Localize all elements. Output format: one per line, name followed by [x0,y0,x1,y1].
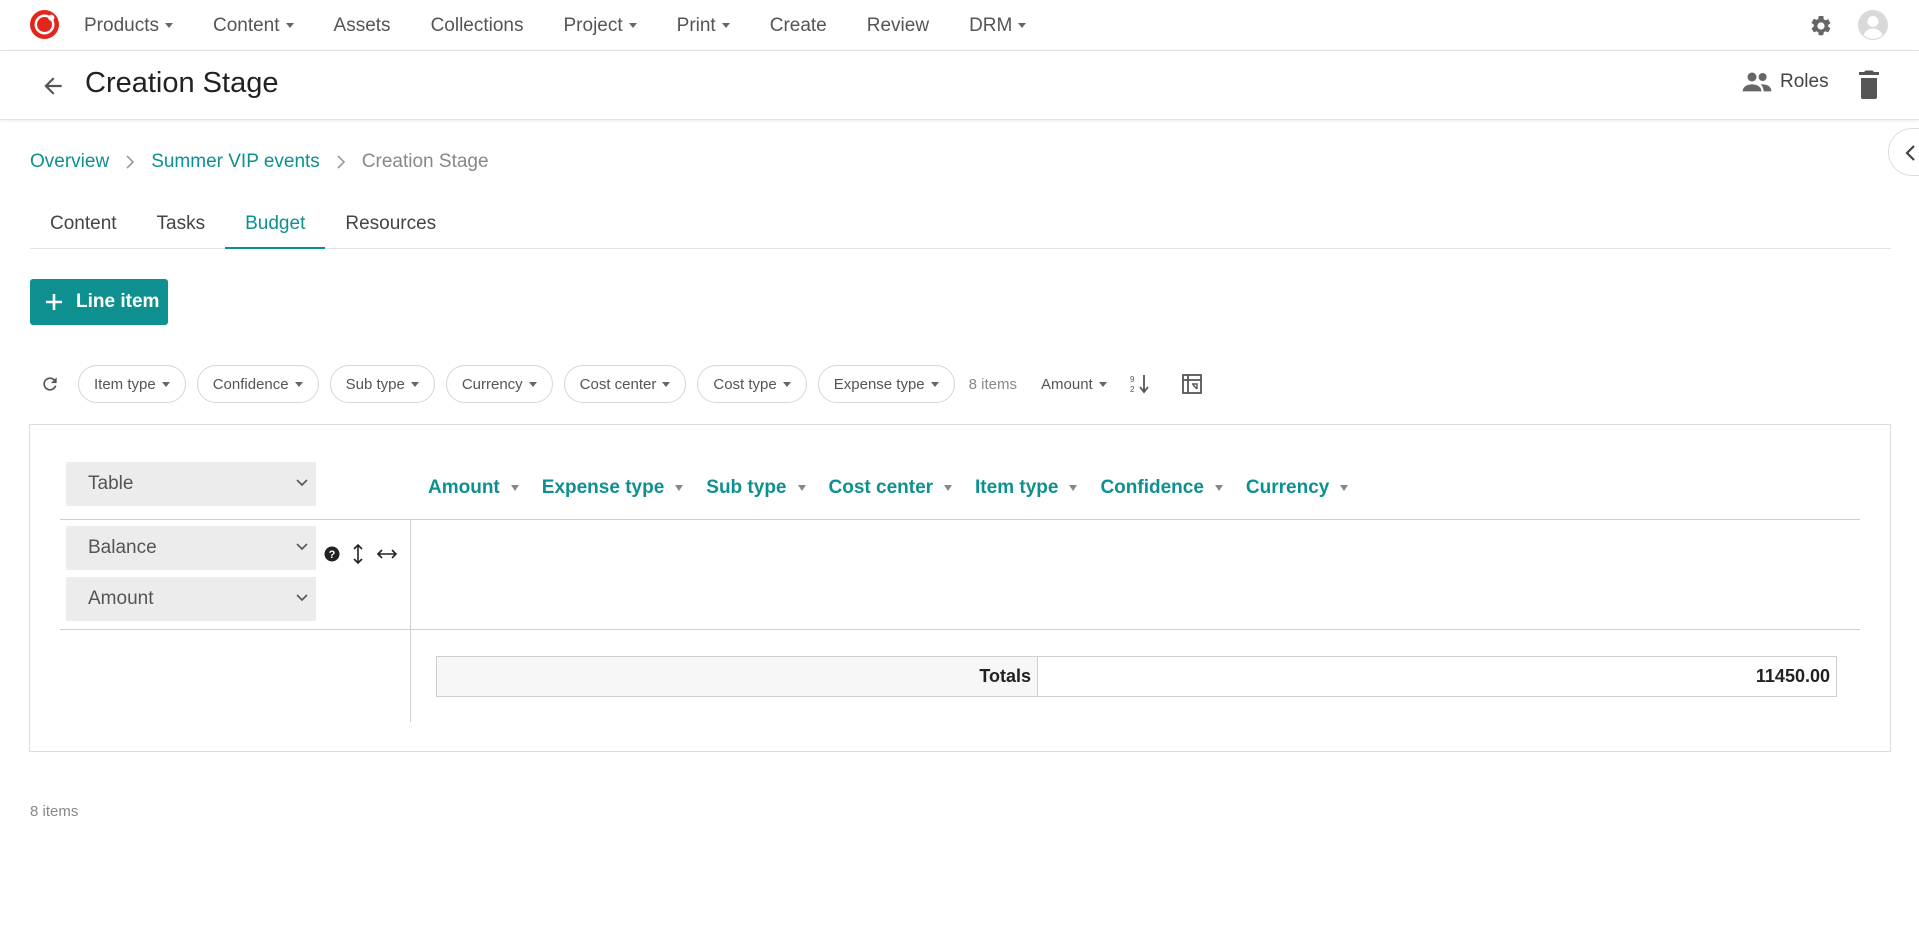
triangle-down-icon [944,485,953,491]
filter-item-type[interactable]: Item type [78,365,186,403]
sort-field-dropdown[interactable]: Amount [1041,376,1107,393]
pivot-field-currency[interactable]: Currency [1246,477,1349,499]
roles-label: Roles [1780,71,1829,92]
chevron-down-icon [662,381,671,387]
people-icon [1742,72,1772,92]
side-panel-toggle[interactable] [1888,128,1919,176]
nav-item-drm[interactable]: DRM [969,15,1027,37]
pivot-table-icon[interactable] [1181,373,1203,395]
page-title: Creation Stage [85,67,279,99]
divider [410,519,411,722]
pivot-field-amount[interactable]: Amount [428,477,519,499]
filter-bar: Item type Confidence Sub type Currency C… [30,365,1203,403]
triangle-down-icon [1069,485,1078,491]
tab-tasks[interactable]: Tasks [137,203,226,249]
sort-order-icon[interactable]: 9 2 [1129,373,1151,395]
arrow-left-icon[interactable] [40,73,66,99]
chevron-down-icon [1098,381,1107,387]
nav-item-create[interactable]: Create [770,15,827,37]
pivot-table-panel: Table Amount Expense type Sub type Cost … [29,424,1891,752]
breadcrumb-current: Creation Stage [361,151,489,172]
filter-sub-type[interactable]: Sub type [329,365,435,403]
chevron-down-icon [1018,23,1027,28]
chevron-down-icon [164,23,173,28]
chevron-down-icon [628,23,637,28]
nav-item-project[interactable]: Project [564,15,637,37]
chevron-right-icon [126,155,135,169]
pivot-field-cost-center[interactable]: Cost center [829,477,953,499]
footer-items-count: 8 items [30,803,79,820]
chevron-down-icon [721,23,730,28]
triangle-down-icon [510,485,519,491]
refresh-icon[interactable] [40,374,60,394]
row-order-icon[interactable] [352,543,364,565]
chevron-down-icon [296,479,308,487]
tab-content[interactable]: Content [30,203,137,249]
chevron-down-icon [285,23,294,28]
pivot-field-sub-type[interactable]: Sub type [706,477,806,499]
svg-text:?: ? [329,549,336,561]
chevron-down-icon [782,381,791,387]
page-header: Creation Stage Roles [0,51,1919,120]
nav-item-assets[interactable]: Assets [334,15,391,37]
chevron-right-icon [337,155,345,169]
renderer-select[interactable]: Table [66,462,316,506]
plus-icon [46,294,62,310]
top-navigation-bar: Products Content Assets Collections Proj… [0,0,1919,51]
chevron-down-icon [296,543,308,551]
pivot-field-item-type[interactable]: Item type [975,477,1078,499]
add-line-item-button[interactable]: Line item [30,279,168,325]
avatar-icon[interactable] [1857,9,1889,41]
triangle-down-icon [797,485,806,491]
help-icon[interactable]: ? [324,546,340,562]
aggregator-select[interactable]: Balance [66,526,316,570]
main-menu: Products Content Assets Collections Proj… [84,0,1066,51]
svg-text:9: 9 [1130,375,1135,384]
totals-table: Totals 11450.00 [436,656,1837,697]
filter-currency[interactable]: Currency [445,365,553,403]
add-line-item-label: Line item [76,291,160,312]
triangle-down-icon [1214,485,1223,491]
pivot-field-confidence[interactable]: Confidence [1100,477,1223,499]
chevron-left-icon [1905,145,1915,161]
totals-label: Totals [437,657,1038,696]
chevron-down-icon [410,381,419,387]
items-count: 8 items [968,375,1018,393]
svg-text:2: 2 [1130,385,1135,394]
brand-logo-icon[interactable] [29,9,60,40]
pivot-column-fields: Amount Expense type Sub type Cost center… [428,477,1371,499]
triangle-down-icon [1340,485,1349,491]
filter-expense-type[interactable]: Expense type [817,365,955,403]
totals-value: 11450.00 [1755,666,1830,686]
filter-confidence[interactable]: Confidence [196,365,319,403]
breadcrumb: Overview Summer VIP events Creation Stag… [30,151,489,173]
pivot-controls: ? [324,543,410,565]
breadcrumb-link-overview[interactable]: Overview [30,151,109,173]
divider [60,629,1860,630]
chevron-down-icon [161,381,170,387]
stage-tabs: Content Tasks Budget Resources [30,203,1891,249]
value-field-select[interactable]: Amount [66,577,316,621]
chevron-down-icon [528,381,537,387]
tab-resources[interactable]: Resources [325,203,456,249]
filter-cost-type[interactable]: Cost type [697,365,807,403]
chevron-down-icon [294,381,303,387]
filter-cost-center[interactable]: Cost center [563,365,687,403]
nav-item-content[interactable]: Content [213,15,294,37]
trash-icon[interactable] [1857,69,1881,99]
chevron-down-icon [296,594,308,602]
pivot-field-expense-type[interactable]: Expense type [542,477,684,499]
nav-item-products[interactable]: Products [84,15,173,37]
nav-item-print[interactable]: Print [677,15,730,37]
breadcrumb-link-project[interactable]: Summer VIP events [151,151,320,173]
triangle-down-icon [675,485,684,491]
nav-item-collections[interactable]: Collections [431,15,524,37]
nav-item-review[interactable]: Review [867,15,929,37]
gear-icon[interactable] [1809,14,1833,38]
roles-button[interactable]: Roles [1742,71,1829,93]
chevron-down-icon [930,381,939,387]
column-order-icon[interactable] [376,548,398,560]
tab-budget[interactable]: Budget [225,203,326,249]
divider [60,519,1860,520]
